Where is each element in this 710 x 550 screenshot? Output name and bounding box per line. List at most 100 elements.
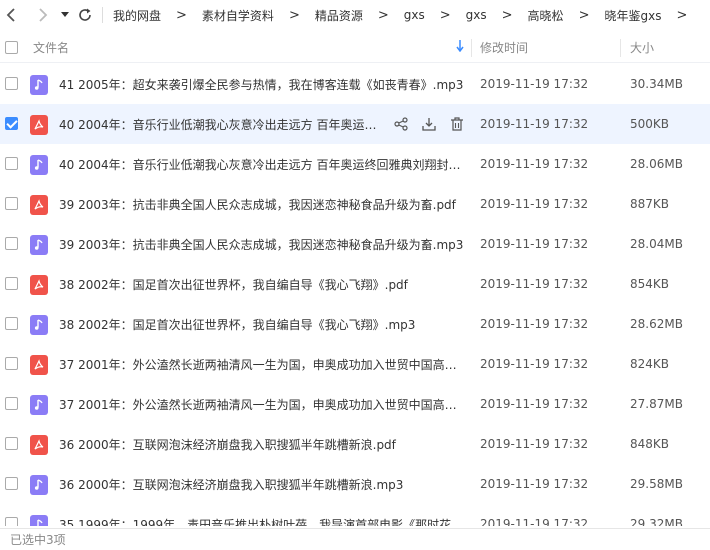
row-checkbox[interactable]	[5, 517, 18, 526]
file-row[interactable]: 36 2000年：互联网泡沫经济崩盘我入职搜狐半年跳槽新浪.pdf 2019-11…	[0, 424, 710, 464]
file-modified-date: 2019-11-19 17:32	[480, 357, 589, 371]
audio-file-icon	[30, 475, 48, 495]
file-size: 887KB	[630, 197, 670, 211]
breadcrumb-item[interactable]: gxs	[464, 8, 489, 22]
file-size: 848KB	[630, 437, 670, 451]
row-checkbox[interactable]	[5, 77, 18, 90]
file-name[interactable]: 40 2004年：音乐行业低潮我心灰意冷出走远方 百年奥运终回雅典刘翔封神.mp…	[59, 156, 464, 173]
file-size: 854KB	[630, 277, 670, 291]
row-checkbox[interactable]	[5, 237, 18, 250]
file-list: 41 2005年：超女来袭引爆全民参与热情，我在博客连载《如丧青春》.mp3 20…	[0, 64, 710, 526]
file-size: 28.04MB	[630, 237, 683, 251]
audio-file-icon	[30, 75, 48, 95]
file-modified-date: 2019-11-19 17:32	[480, 317, 589, 331]
chevron-right-icon: >	[439, 7, 451, 23]
file-row[interactable]: 37 2001年：外公溘然长逝两袖清风一生为国，申奥成功加入世贸中国高歌猛进.p…	[0, 344, 710, 384]
breadcrumb-item[interactable]: 高晓松	[526, 7, 566, 24]
audio-file-icon	[30, 515, 48, 526]
breadcrumb-item[interactable]: 精品资源	[313, 7, 365, 24]
file-list-header: 文件名 修改时间 大小	[0, 33, 710, 63]
refresh-icon[interactable]	[74, 0, 96, 30]
share-icon[interactable]	[392, 114, 410, 134]
file-row[interactable]: 35 1999年：1999年，毒田音乐推出朴树叶蓓，我导演首部电影《那时花开》.…	[0, 504, 710, 526]
file-row[interactable]: 40 2004年：音乐行业低潮我心灰意冷出走远方 百年奥运终回雅典刘翔封神.mp…	[0, 144, 710, 184]
row-checkbox[interactable]	[5, 397, 18, 410]
column-divider[interactable]	[620, 39, 621, 57]
file-name[interactable]: 41 2005年：超女来袭引爆全民参与热情，我在博客连载《如丧青春》.mp3	[59, 76, 464, 93]
row-checkbox[interactable]	[5, 317, 18, 330]
breadcrumb-item[interactable]: 我的网盘	[111, 7, 163, 24]
row-checkbox[interactable]	[5, 357, 18, 370]
back-arrow-icon[interactable]	[0, 0, 22, 30]
file-modified-date: 2019-11-19 17:32	[480, 277, 589, 291]
delete-icon[interactable]	[448, 114, 466, 134]
file-name[interactable]: 36 2000年：互联网泡沫经济崩盘我入职搜狐半年跳槽新浪.mp3	[59, 476, 464, 493]
history-dropdown-icon[interactable]	[58, 0, 72, 30]
chevron-right-icon: >	[288, 7, 300, 23]
row-checkbox[interactable]	[5, 197, 18, 210]
file-name[interactable]: 39 2003年：抗击非典全国人民众志成城，我因迷恋神秘食品升级为畜.pdf	[59, 196, 464, 213]
file-size: 28.62MB	[630, 317, 683, 331]
chevron-right-icon[interactable]: >	[663, 8, 700, 23]
file-size: 500KB	[630, 117, 670, 131]
status-bar: 已选中3项	[0, 528, 710, 550]
row-actions	[392, 114, 466, 134]
file-row[interactable]: 36 2000年：互联网泡沫经济崩盘我入职搜狐半年跳槽新浪.mp3 2019-11…	[0, 464, 710, 504]
column-divider[interactable]	[471, 39, 472, 57]
file-row[interactable]: 41 2005年：超女来袭引爆全民参与热情，我在博客连载《如丧青春》.mp3 20…	[0, 64, 710, 104]
file-size: 28.06MB	[630, 157, 683, 171]
nav-divider	[102, 7, 103, 23]
pdf-file-icon	[30, 195, 48, 215]
download-icon[interactable]	[420, 114, 438, 134]
breadcrumb-item[interactable]: gxs	[402, 8, 427, 22]
row-checkbox[interactable]	[5, 117, 18, 130]
pdf-file-icon	[30, 275, 48, 295]
file-modified-date: 2019-11-19 17:32	[480, 517, 589, 526]
file-name[interactable]: 36 2000年：互联网泡沫经济崩盘我入职搜狐半年跳槽新浪.pdf	[59, 436, 464, 453]
file-modified-date: 2019-11-19 17:32	[480, 397, 589, 411]
file-name[interactable]: 38 2002年：国足首次出征世界杯，我自编自导《我心飞翔》.mp3	[59, 316, 464, 333]
file-name[interactable]: 37 2001年：外公溘然长逝两袖清风一生为国，申奥成功加入世贸中国高歌猛进.p…	[59, 356, 464, 373]
file-name[interactable]: 39 2003年：抗击非典全国人民众志成城，我因迷恋神秘食品升级为畜.mp3	[59, 236, 464, 253]
audio-file-icon	[30, 155, 48, 175]
file-row[interactable]: 38 2002年：国足首次出征世界杯，我自编自导《我心飞翔》.pdf 2019-1…	[0, 264, 710, 304]
select-all-checkbox[interactable]	[5, 41, 18, 54]
pdf-file-icon	[30, 115, 48, 135]
file-size: 824KB	[630, 357, 670, 371]
forward-arrow-icon[interactable]	[32, 0, 54, 30]
selection-count: 已选中3项	[10, 533, 66, 547]
column-header-name[interactable]: 文件名	[33, 39, 69, 56]
breadcrumb: 我的网盘 > 素材自学资料 > 精品资源 > gxs > gxs > 高晓松 >…	[111, 7, 700, 24]
file-modified-date: 2019-11-19 17:32	[480, 437, 589, 451]
file-name[interactable]: 38 2002年：国足首次出征世界杯，我自编自导《我心飞翔》.pdf	[59, 276, 464, 293]
file-name[interactable]: 37 2001年：外公溘然长逝两袖清风一生为国，申奥成功加入世贸中国高歌猛进.m…	[59, 396, 464, 413]
file-row[interactable]: 40 2004年：音乐行业低潮我心灰意冷出走远方 百年奥运终回雅典刘翔封神.pd…	[0, 104, 710, 144]
audio-file-icon	[30, 235, 48, 255]
column-header-date[interactable]: 修改时间	[480, 39, 528, 56]
file-modified-date: 2019-11-19 17:32	[480, 117, 589, 131]
row-checkbox[interactable]	[5, 277, 18, 290]
file-row[interactable]: 37 2001年：外公溘然长逝两袖清风一生为国，申奥成功加入世贸中国高歌猛进.m…	[0, 384, 710, 424]
audio-file-icon	[30, 395, 48, 415]
breadcrumb-item[interactable]: 素材自学资料	[200, 7, 276, 24]
file-row[interactable]: 39 2003年：抗击非典全国人民众志成城，我因迷恋神秘食品升级为畜.pdf 20…	[0, 184, 710, 224]
row-checkbox[interactable]	[5, 157, 18, 170]
file-modified-date: 2019-11-19 17:32	[480, 477, 589, 491]
file-size: 27.87MB	[630, 397, 683, 411]
pdf-file-icon	[30, 435, 48, 455]
file-size: 30.34MB	[630, 77, 683, 91]
file-row[interactable]: 38 2002年：国足首次出征世界杯，我自编自导《我心飞翔》.mp3 2019-1…	[0, 304, 710, 344]
file-name[interactable]: 35 1999年：1999年，毒田音乐推出朴树叶蓓，我导演首部电影《那时花开》.…	[59, 516, 464, 527]
row-checkbox[interactable]	[5, 437, 18, 450]
chevron-right-icon: >	[501, 7, 513, 23]
file-modified-date: 2019-11-19 17:32	[480, 197, 589, 211]
sort-down-arrow-icon[interactable]	[456, 40, 464, 55]
pdf-file-icon	[30, 355, 48, 375]
column-header-size[interactable]: 大小	[630, 39, 654, 56]
file-size: 29.32MB	[630, 517, 683, 526]
breadcrumb-item[interactable]: 晓年鉴gxs	[602, 7, 663, 24]
file-modified-date: 2019-11-19 17:32	[480, 77, 589, 91]
file-name[interactable]: 40 2004年：音乐行业低潮我心灰意冷出走远方 百年奥运终回雅典刘翔封神.pd…	[59, 116, 384, 133]
file-row[interactable]: 39 2003年：抗击非典全国人民众志成城，我因迷恋神秘食品升级为畜.mp3 20…	[0, 224, 710, 264]
row-checkbox[interactable]	[5, 477, 18, 490]
